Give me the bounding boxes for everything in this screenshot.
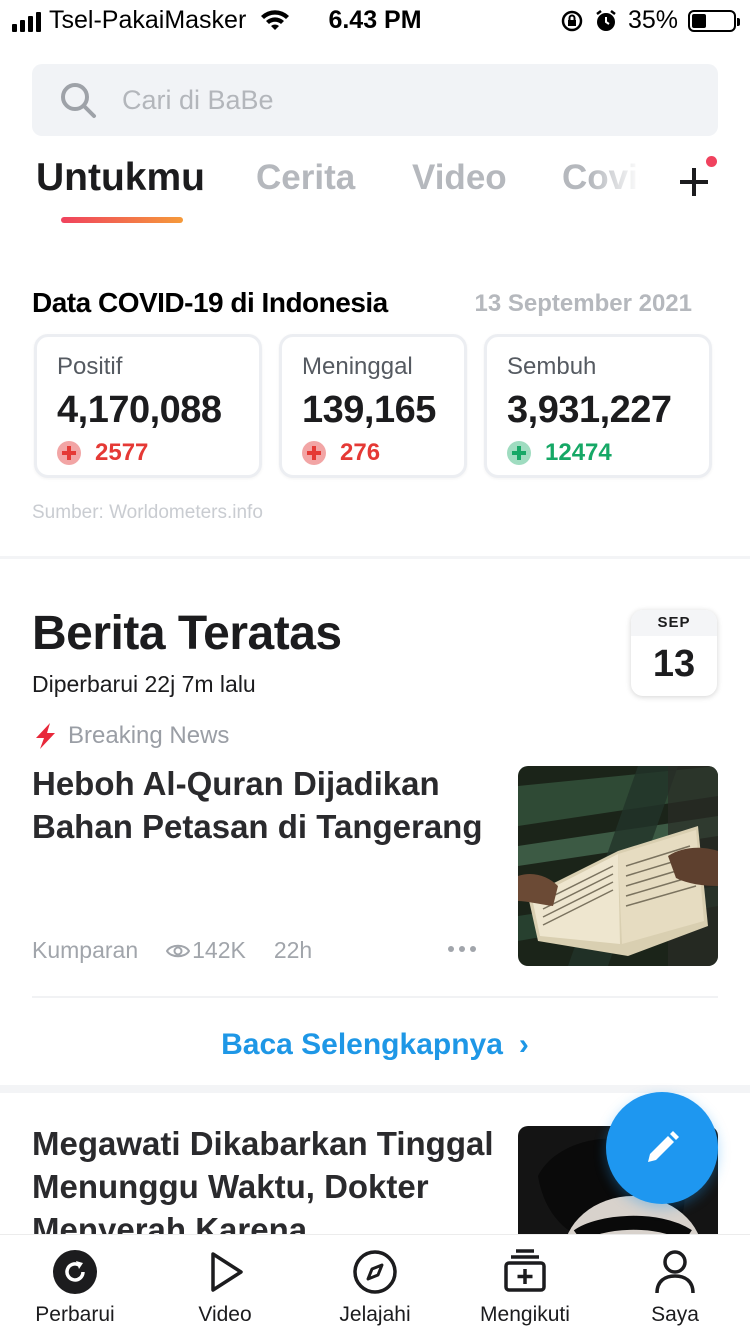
plus-circle-icon (507, 441, 531, 465)
calendar-month: SEP (631, 610, 717, 636)
play-icon (211, 1252, 243, 1292)
status-bar: Tsel-PakaiMasker 6.43 PM 35% (0, 0, 750, 42)
tab-untukmu[interactable]: Untukmu (36, 156, 205, 200)
article-divider (32, 996, 718, 998)
nav-mengikuti[interactable]: Mengikuti (450, 1247, 600, 1327)
plus-circle-icon (57, 441, 81, 465)
updated-time: Diperbarui 22j 7m lalu (32, 671, 256, 697)
stat-card-positif[interactable]: Positif 4,170,088 2577 (34, 334, 262, 478)
article-age: 22h (273, 937, 313, 963)
stat-value: 4,170,088 (57, 389, 222, 431)
stat-value: 3,931,227 (507, 389, 672, 431)
section-divider (0, 1085, 750, 1093)
data-source: Sumber: Worldometers.info (32, 502, 263, 523)
lightning-icon (36, 723, 55, 749)
bottom-navigation: Perbarui Video Jelajahi Mengikuti Saya (0, 1234, 750, 1334)
article-source: Kumparan (32, 937, 139, 963)
stat-delta-value: 2577 (95, 439, 149, 466)
tag-label: Breaking News (68, 722, 230, 749)
compass-icon (353, 1250, 397, 1294)
alarm-icon (596, 9, 616, 31)
more-options-icon[interactable] (448, 946, 476, 952)
search-placeholder: Cari di BaBe (122, 84, 274, 115)
battery-percent: 35% (627, 6, 678, 34)
tab-fade (590, 150, 650, 220)
stat-label: Sembuh (507, 353, 597, 380)
stat-label: Meninggal (302, 353, 413, 380)
nav-label: Video (198, 1303, 252, 1326)
nav-label: Jelajahi (339, 1303, 411, 1326)
active-tab-indicator (61, 217, 183, 223)
rotation-lock-icon (561, 10, 583, 31)
covid-title: Data COVID-19 di Indonesia (32, 287, 388, 318)
chevron-right-icon: › (518, 1028, 529, 1061)
following-icon (504, 1249, 546, 1292)
nav-saya[interactable]: Saya (600, 1247, 750, 1327)
stat-delta-value: 12474 (545, 439, 612, 466)
stat-delta: 12474 (507, 439, 612, 467)
quran-photo-image (518, 766, 718, 966)
plus-circle-icon (302, 441, 326, 465)
stat-delta-value: 276 (340, 439, 381, 466)
article-meta: Kumparan 142K 22h (32, 937, 312, 964)
category-tabs: Untukmu Cerita Video Covid (0, 150, 750, 230)
covid-date: 13 September 2021 (474, 290, 692, 317)
calendar-day: 13 (652, 643, 696, 685)
notification-dot (706, 156, 717, 167)
search-bar[interactable]: Cari di BaBe (32, 64, 718, 136)
compose-button[interactable] (606, 1092, 718, 1204)
stat-label: Positif (57, 353, 123, 380)
add-tab-button[interactable] (676, 164, 712, 200)
breaking-news-tag: Breaking News (32, 722, 229, 750)
section-title: Berita Teratas (32, 607, 342, 660)
calendar-badge: SEP 13 (631, 610, 717, 696)
article-views: 142K (192, 937, 246, 963)
article-thumbnail[interactable] (518, 766, 718, 966)
nav-video[interactable]: Video (150, 1247, 300, 1327)
read-more-label: Baca Selengkapnya (221, 1028, 503, 1061)
stat-delta: 2577 (57, 439, 148, 467)
nav-label: Saya (651, 1303, 699, 1326)
article-headline[interactable]: Heboh Al-Quran Dijadikan Bahan Petasan d… (32, 762, 492, 848)
profile-icon (655, 1250, 695, 1294)
nav-jelajahi[interactable]: Jelajahi (300, 1247, 450, 1327)
tab-cerita[interactable]: Cerita (256, 158, 355, 198)
article-headline[interactable]: Megawati Dikabarkan Tinggal Menunggu Wak… (32, 1122, 502, 1251)
stat-delta: 276 (302, 439, 380, 467)
nav-label: Perbarui (35, 1303, 115, 1326)
stat-value: 139,165 (302, 389, 436, 431)
section-divider (0, 556, 750, 559)
stat-card-meninggal[interactable]: Meninggal 139,165 276 (279, 334, 467, 478)
pencil-icon (648, 1131, 679, 1162)
nav-perbarui[interactable]: Perbarui (0, 1247, 150, 1327)
read-more-link[interactable]: Baca Selengkapnya › (0, 1028, 750, 1062)
refresh-icon (53, 1250, 97, 1294)
battery-icon (688, 9, 740, 32)
eye-icon (166, 944, 191, 957)
search-icon (61, 83, 96, 118)
stat-card-sembuh[interactable]: Sembuh 3,931,227 12474 (484, 334, 712, 478)
tab-video[interactable]: Video (412, 158, 507, 198)
nav-label: Mengikuti (480, 1303, 570, 1326)
